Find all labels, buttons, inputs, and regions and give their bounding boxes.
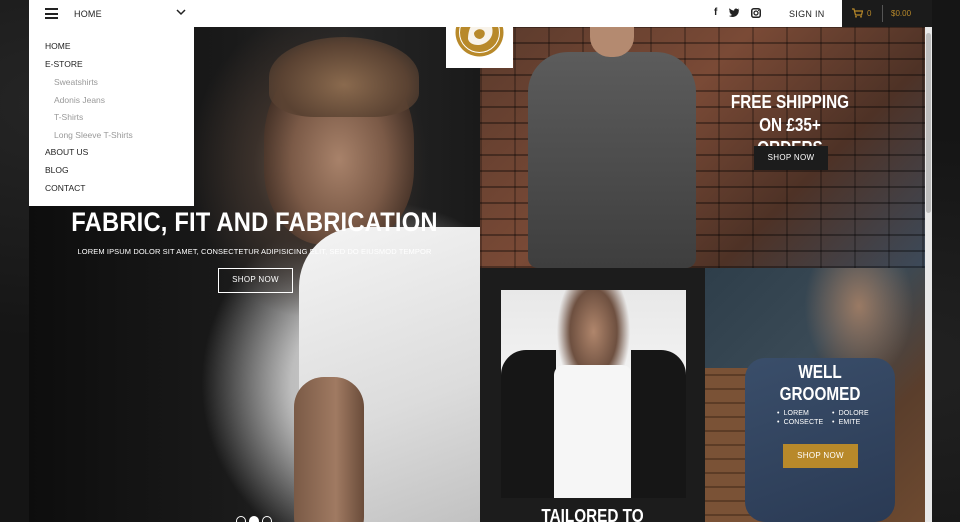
hero-shop-now-button[interactable]: SHOP NOW: [218, 268, 293, 293]
facebook-icon[interactable]: f: [714, 7, 717, 18]
groomed-list-item: DOLORE: [832, 410, 887, 417]
groomed-feature-list: LOREM DOLORE CONSECTE EMITE: [777, 410, 887, 426]
groomed-title-line1: WELL: [798, 362, 842, 382]
menu-item-about-us[interactable]: ABOUT US: [29, 147, 194, 165]
menu-item-long-sleeve-t-shirts[interactable]: Long Sleeve T-Shirts: [29, 130, 194, 148]
site-frame: FABRIC, FIT AND FABRICATION LOREM IPSUM …: [29, 0, 932, 522]
menu-item-t-shirts[interactable]: T-Shirts: [29, 112, 194, 130]
menu-item-adonis-jeans[interactable]: Adonis Jeans: [29, 95, 194, 113]
nav-current-page[interactable]: HOME: [74, 9, 102, 19]
cart-divider: [882, 5, 883, 22]
nav-dropdown-menu: HOME E-STORE Sweatshirts Adonis Jeans T-…: [29, 27, 194, 206]
shipping-title-line1: FREE SHIPPING: [730, 92, 850, 112]
tee-shirt: [554, 365, 632, 498]
hero-title: FABRIC, FIT AND FABRICATION: [71, 207, 438, 237]
menu-item-blog[interactable]: BLOG: [29, 165, 194, 183]
coat-left: [501, 350, 556, 498]
cart-icon: [852, 8, 863, 18]
menu-item-sweatshirts[interactable]: Sweatshirts: [29, 77, 194, 95]
tailored-title: TAILORED TO PERFECTION: [541, 506, 644, 522]
page-scrollbar[interactable]: [925, 27, 932, 522]
shipping-shop-now-button[interactable]: SHOP NOW: [754, 146, 828, 170]
scrollbar-thumb[interactable]: [926, 33, 931, 213]
tailored-panel: TAILORED TO PERFECTION: [480, 268, 705, 522]
groomed-list-item: LOREM: [777, 410, 832, 417]
hero-model-arm: [294, 377, 364, 522]
menu-item-home[interactable]: HOME: [29, 41, 194, 59]
free-shipping-panel: FREE SHIPPING ON £35+ ORDERS SHOP NOW: [480, 27, 925, 268]
slider-dot-3[interactable]: [262, 516, 272, 522]
groomed-title: WELL GROOMED: [773, 361, 867, 405]
top-bar: HOME f SIGN IN 0 $0.00: [29, 0, 932, 27]
slider-dot-2[interactable]: [249, 516, 259, 522]
groomed-shop-now-button[interactable]: SHOP NOW: [783, 444, 858, 468]
chevron-down-icon[interactable]: [175, 6, 187, 18]
instagram-icon[interactable]: [751, 8, 761, 18]
groomed-list-item: CONSECTE: [777, 419, 832, 426]
slider-dots: [236, 513, 275, 522]
tailored-photo: [501, 290, 686, 498]
well-groomed-panel: WELL GROOMED LOREM DOLORE CONSECTE EMITE…: [705, 268, 925, 522]
cart-count: 0: [867, 9, 872, 18]
coat-right: [631, 350, 686, 498]
cart-total: $0.00: [891, 9, 912, 18]
slider-dot-1[interactable]: [236, 516, 246, 522]
hamburger-icon[interactable]: [45, 8, 58, 19]
groomed-title-line2: GROOMED: [779, 384, 861, 404]
twitter-icon[interactable]: [729, 8, 740, 18]
cart-button[interactable]: 0 $0.00: [842, 0, 932, 27]
hero-model-hair: [269, 37, 419, 117]
hero-subtitle: LOREM IPSUM DOLOR SIT AMET, CONSECTETUR …: [77, 247, 432, 256]
menu-item-contact[interactable]: CONTACT: [29, 183, 194, 201]
sign-in-link[interactable]: SIGN IN: [789, 9, 825, 19]
menu-item-e-store[interactable]: E-STORE: [29, 59, 194, 77]
groomed-list-item: EMITE: [832, 419, 887, 426]
sweater-model: [528, 52, 696, 268]
